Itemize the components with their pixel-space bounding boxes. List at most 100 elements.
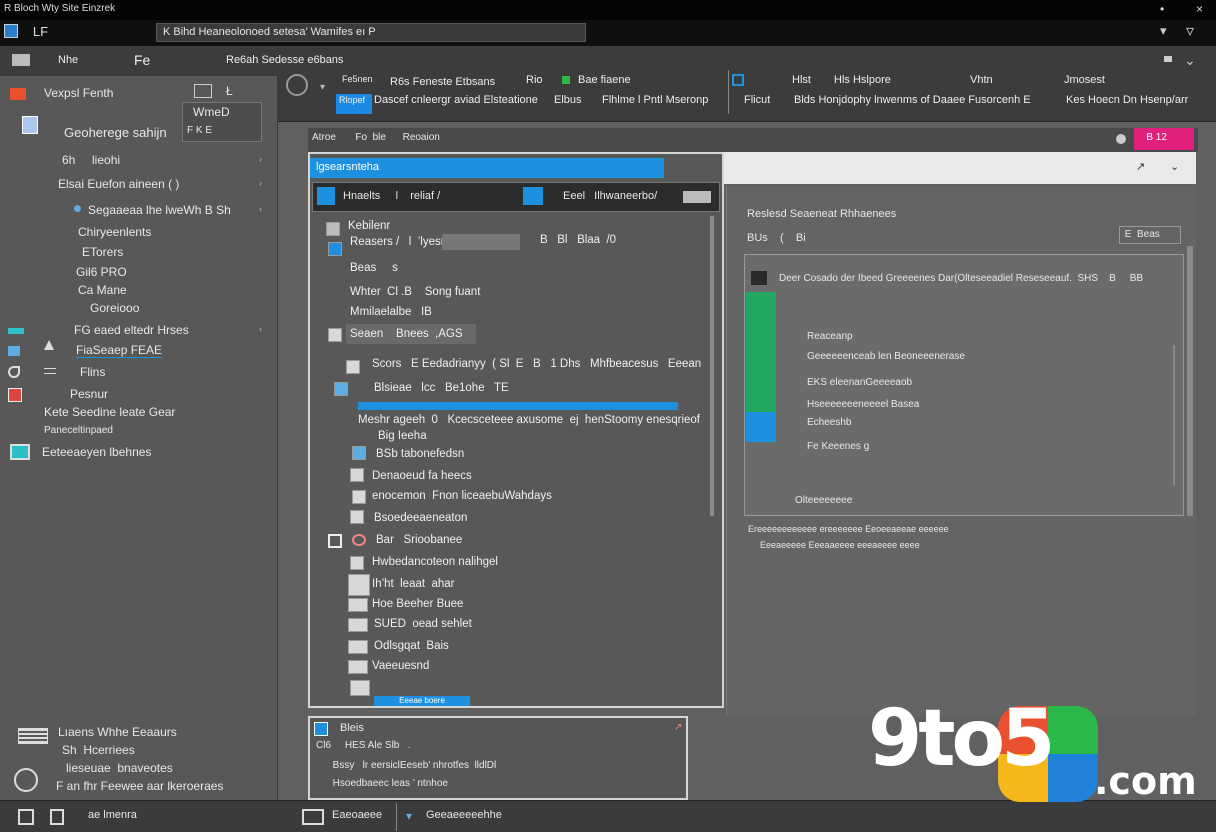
ribbon-item[interactable]: Elbus xyxy=(554,94,582,106)
sidebar-item[interactable]: Gil6 PRO xyxy=(0,262,278,282)
checkbox[interactable] xyxy=(334,382,348,396)
sidebar-item[interactable]: Eeteeaeyen lbehnes xyxy=(0,442,278,462)
sidebar-item[interactable]: Flins xyxy=(0,362,278,382)
sub-dialog-row[interactable]: Hsoedbaeec leas ’ ntnhoe xyxy=(316,778,451,789)
sidebar-item[interactable]: ETorers xyxy=(0,242,278,262)
sidebar-item[interactable]: Geoherege sahijn xyxy=(0,122,278,142)
list-item[interactable]: Bsoedeeaeneaton xyxy=(374,512,467,524)
ribbon-item[interactable]: Flicut xyxy=(744,94,770,106)
ribbon-item[interactable]: Flhlme l Pntl Mseronp xyxy=(602,94,708,106)
ribbon-item[interactable]: Nhe xyxy=(58,54,78,66)
list-item[interactable]: Denaoeud fa heecs xyxy=(372,470,472,482)
dialog-scrollbar[interactable] xyxy=(710,216,714,516)
details-mode[interactable]: BUs ( Bi xyxy=(747,232,806,244)
expand-icon[interactable]: ▿ xyxy=(1186,21,1194,41)
blue-frame-icon[interactable] xyxy=(732,74,744,86)
sidebar-item[interactable]: Segaaeaa lhe lweWh B Sh › xyxy=(0,200,278,220)
toolbar-slider[interactable] xyxy=(683,191,711,203)
sidebar-search-value[interactable]: Vexpsl Fenth xyxy=(44,86,113,100)
minimize-button[interactable]: • xyxy=(1160,2,1164,16)
tab-badge[interactable]: B 12 xyxy=(1134,128,1194,150)
sidebar-item[interactable]: FG eaed eltedr Hrses › xyxy=(0,320,278,340)
list-item[interactable]: Vaeeuesnd xyxy=(372,660,429,672)
toolbar-item[interactable]: Eeel Ilhwaneerbo/ xyxy=(563,190,657,202)
toolbar-item[interactable]: Hnaelts l reliaf / xyxy=(343,190,440,202)
sidebar-item[interactable]: Chiryeenlents xyxy=(0,222,278,242)
panel-row[interactable]: Echeeshb xyxy=(807,417,851,428)
list-item[interactable]: BSb tabonefedsn xyxy=(376,448,464,460)
sub-dialog-row[interactable]: Bssy lr eersiclEeseb’ nhrotfes lldlDl xyxy=(316,760,497,771)
ribbon-item[interactable]: Vhtn xyxy=(970,74,993,86)
settings-icon[interactable] xyxy=(1116,134,1126,144)
field-value[interactable]: B Bl Blaa /0 xyxy=(540,234,616,246)
list-item[interactable]: enocemon Fnon liceaebuWahdays xyxy=(372,490,552,502)
ribbon-item[interactable]: Dascef cnleergr aviad Elsteatione xyxy=(374,94,538,106)
ribbon-item[interactable]: Blds Honjdophy lnwenms of Daaee Fusorcen… xyxy=(794,94,1031,106)
ribbon-item[interactable]: Re6ah Sedesse e6bans xyxy=(226,54,343,66)
close-button[interactable]: × xyxy=(1196,2,1203,16)
ok-button[interactable]: Eeeae boere xyxy=(374,696,470,706)
sidebar-item[interactable]: 6h lieohi › xyxy=(0,150,278,170)
sidebar-item[interactable]: Paneceltinpaed xyxy=(0,422,278,442)
field-input[interactable] xyxy=(442,234,520,250)
panel-row[interactable]: Reaceanp xyxy=(807,331,853,342)
chevron-down-icon[interactable]: ⌄ xyxy=(1170,160,1179,173)
panel-row[interactable]: Fe Keeenes g xyxy=(807,441,869,452)
list-item[interactable]: Odlsgqat Bais xyxy=(374,640,449,652)
toolbar-blue-icon[interactable] xyxy=(523,187,543,205)
sidebar-footer-item[interactable]: Sh Hcerriees xyxy=(0,740,278,760)
ribbon-item[interactable]: Jmosest xyxy=(1064,74,1105,86)
ribbon-item[interactable]: Rio xyxy=(526,74,543,86)
cursor-icon[interactable]: ↗ xyxy=(1136,160,1145,173)
ribbon-item[interactable]: Hls Hslpore xyxy=(834,74,891,86)
ribbon-item[interactable]: Fe xyxy=(134,52,150,68)
scrollbar[interactable] xyxy=(1187,246,1193,516)
ribbon-item[interactable]: Hlst xyxy=(792,74,811,86)
details-action-button[interactable]: E Beas xyxy=(1119,226,1181,244)
address-field[interactable]: K Bihd Heaneolonoed setesa’ Wamifes eı P xyxy=(156,23,586,42)
ribbon-selected-item[interactable]: Rlopef xyxy=(336,94,372,114)
tab-label[interactable]: Atroe Fo ble Reoaion xyxy=(312,132,440,143)
ribbon-item[interactable]: Bae fiaene xyxy=(578,74,631,86)
list-item[interactable]: Ih’ht leaat ahar xyxy=(372,578,454,590)
sub-dialog-row[interactable]: Cl6 HES Ale Slb . xyxy=(316,740,410,751)
status-left: ae lmenra xyxy=(88,809,137,821)
sidebar-item[interactable]: Elsai Euefon aineen ( ) › xyxy=(0,174,278,194)
chevron-down-icon[interactable]: ▾ xyxy=(320,82,325,93)
panel-row[interactable]: Hseeeeeeeneeeel Basea xyxy=(807,399,919,410)
panel-toggle-icon[interactable] xyxy=(12,54,30,66)
list-item[interactable]: Hwbedancoteon nalihgel xyxy=(372,556,498,568)
sidebar-footer-item[interactable]: Lıaens Whhe Eeaaurs xyxy=(0,722,278,742)
sidebar-item[interactable]: Pesnur xyxy=(0,384,278,404)
chevron-icon[interactable]: Ł xyxy=(226,84,233,98)
panel-scrollbar[interactable] xyxy=(1173,345,1175,485)
status-bar: ae lmenra Eaeoaeee ▾ Geeaeeeeehhe xyxy=(0,800,1216,832)
sidebar-footer-item[interactable]: lieseuae bnaveotes xyxy=(0,758,278,778)
chevron-down-icon[interactable]: ⌄ xyxy=(1184,52,1196,69)
checkbox[interactable] xyxy=(328,328,342,342)
panel-icon[interactable] xyxy=(302,809,324,825)
sidebar-item[interactable]: Kete Seedine leate Gear xyxy=(0,402,278,422)
ribbon-collapse-icon[interactable] xyxy=(1164,56,1172,62)
panel-row[interactable]: Geeeeeenceab len Beoneeenerase xyxy=(807,351,965,362)
sidebar-item-selected[interactable]: FiaSeaep FEAE xyxy=(0,340,278,360)
sidebar-item[interactable]: Ca Mane xyxy=(0,280,278,300)
refresh-icon[interactable] xyxy=(286,74,308,96)
list-item[interactable]: Hoe Beeher Buee xyxy=(372,598,463,610)
home-icon[interactable] xyxy=(18,809,34,825)
ribbon-item[interactable]: Fe5nen xyxy=(342,74,373,84)
chevron-down-icon[interactable]: ▾ xyxy=(1160,23,1167,39)
panel-row[interactable]: Olteeeeeeee xyxy=(795,495,852,506)
checkbox[interactable] xyxy=(346,360,360,374)
list-item[interactable]: Bar Srioobanee xyxy=(376,534,462,546)
checkbox[interactable] xyxy=(328,534,342,548)
sidebar-item[interactable]: Goreiooo xyxy=(0,298,278,318)
close-icon[interactable]: ↗ xyxy=(674,722,682,733)
filter-icon[interactable] xyxy=(194,84,212,98)
window-icon[interactable] xyxy=(50,809,64,825)
list-item[interactable]: SUED oead sehlet xyxy=(374,618,472,630)
sidebar-footer-item[interactable]: F an fhr Feewee aar lkeroeraes xyxy=(0,776,278,796)
panel-row[interactable]: EKS eleenanGeeeeaob xyxy=(807,377,912,388)
ribbon-item[interactable]: R6s Feneste Etbsans xyxy=(390,76,495,88)
ribbon-item[interactable]: Kes Hoecn Dn Hsenp/arr xyxy=(1066,94,1188,106)
